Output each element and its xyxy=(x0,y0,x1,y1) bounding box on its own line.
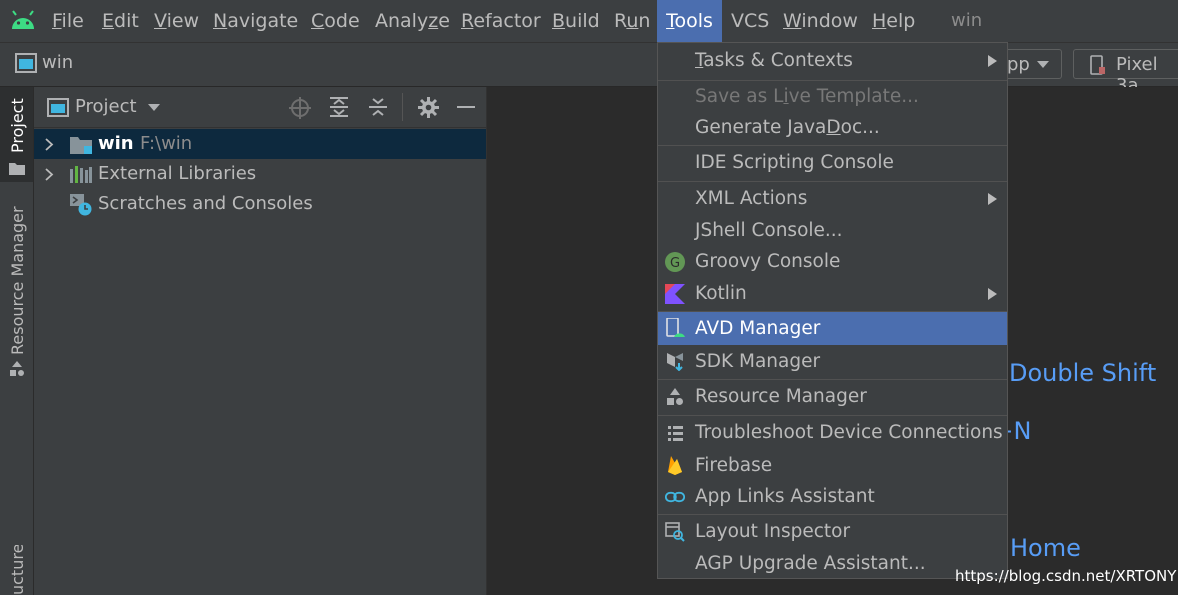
folder-icon xyxy=(9,163,25,175)
firebase-flame-icon xyxy=(668,456,682,475)
layout-inspector-icon xyxy=(665,522,685,542)
tree-item-external-libraries[interactable]: External Libraries xyxy=(34,159,486,189)
menu-item-tasks-contexts[interactable]: Tasks & Contexts xyxy=(658,44,1007,78)
chevron-down-icon xyxy=(1037,61,1049,68)
gear-icon[interactable] xyxy=(418,97,439,118)
chevron-down-icon[interactable] xyxy=(148,104,160,112)
resource-shapes-icon xyxy=(10,361,24,376)
tree-item-scratches[interactable]: Scratches and Consoles xyxy=(34,189,486,219)
menu-window[interactable]: Window xyxy=(783,0,858,42)
menu-code[interactable]: Code xyxy=(311,0,360,42)
resource-manager-tab-label: Resource Manager xyxy=(8,206,27,355)
android-logo-icon xyxy=(12,10,34,29)
run-config-label: pp xyxy=(1007,54,1030,75)
link-icon xyxy=(665,491,685,503)
expand-all-icon[interactable] xyxy=(329,96,349,118)
submenu-arrow-icon xyxy=(988,55,997,67)
submenu-arrow-icon xyxy=(988,288,997,300)
menu-build[interactable]: Build xyxy=(552,0,600,42)
project-tab-label: Project xyxy=(8,98,27,153)
module-icon xyxy=(15,53,37,73)
structure-tool-tab[interactable]: ucture xyxy=(0,545,33,595)
tools-dropdown-menu: Tasks & Contexts Save as Live Template..… xyxy=(657,42,1008,579)
tree-item-scratches-label: Scratches and Consoles xyxy=(98,193,313,214)
kotlin-icon xyxy=(665,284,685,304)
navbar-shortcut-partial: Home xyxy=(1010,534,1081,562)
menu-navigate[interactable]: Navigate xyxy=(213,0,298,42)
device-selector[interactable]: Pixel 3a xyxy=(1073,49,1178,96)
project-panel: Project win F:\win External Libraries Sc… xyxy=(34,87,487,595)
groovy-icon: G xyxy=(665,252,685,272)
menu-help[interactable]: Help xyxy=(872,0,915,42)
menu-item-resource-manager[interactable]: Resource Manager xyxy=(658,380,1007,414)
avd-manager-icon xyxy=(666,318,685,337)
breadcrumb-project[interactable]: win xyxy=(42,52,73,73)
locate-target-icon[interactable] xyxy=(289,97,311,119)
menu-item-kotlin[interactable]: Kotlin xyxy=(658,278,1007,309)
menu-item-troubleshoot-device-connections[interactable]: Troubleshoot Device Connections xyxy=(658,416,1007,450)
menu-view[interactable]: View xyxy=(154,0,199,42)
menu-item-app-links-assistant[interactable]: App Links Assistant xyxy=(658,481,1007,513)
tree-item-external-libraries-label: External Libraries xyxy=(98,163,257,184)
library-icon xyxy=(70,166,92,183)
watermark-text: https://blog.csdn.net/XRTONY xyxy=(955,567,1177,585)
menu-item-groovy-console[interactable]: G Groovy Console xyxy=(658,246,1007,278)
menu-item-jshell-console[interactable]: JShell Console... xyxy=(658,215,1007,246)
menu-refactor[interactable]: Refactor xyxy=(461,0,541,42)
resource-shapes-icon xyxy=(667,388,683,405)
tool-window-strip: Project Resource Manager ucture xyxy=(0,87,34,595)
search-everywhere-shortcut: Double Shift xyxy=(1009,359,1157,387)
menu-item-sdk-manager[interactable]: SDK Manager xyxy=(658,345,1007,378)
project-panel-header: Project xyxy=(34,87,486,128)
menu-item-generate-javadoc[interactable]: Generate JavaDoc... xyxy=(658,112,1007,144)
menu-item-firebase[interactable]: Firebase xyxy=(658,450,1007,481)
project-tool-tab[interactable]: Project xyxy=(0,87,33,182)
phone-icon xyxy=(1090,55,1105,75)
resource-manager-tool-tab[interactable]: Resource Manager xyxy=(0,206,33,384)
menu-file[interactable]: File xyxy=(52,0,84,42)
menu-item-save-live-template: Save as Live Template... xyxy=(695,86,919,107)
list-icon xyxy=(668,426,683,441)
structure-tab-label: ucture xyxy=(8,545,27,595)
menu-analyze[interactable]: Analyze xyxy=(375,0,450,42)
menu-run[interactable]: Run xyxy=(614,0,650,42)
minimize-icon[interactable] xyxy=(457,106,475,108)
menu-vcs[interactable]: VCS xyxy=(731,0,769,42)
project-view-icon xyxy=(47,98,69,117)
chevron-right-icon[interactable] xyxy=(45,138,54,151)
menu-tools[interactable]: Tools xyxy=(657,0,722,42)
menu-item-layout-inspector[interactable]: Layout Inspector xyxy=(658,515,1007,549)
menu-item-ide-scripting-console[interactable]: IDE Scripting Console xyxy=(658,146,1007,180)
tree-item-win[interactable]: win F:\win xyxy=(34,129,486,159)
menu-item-avd-manager[interactable]: AVD Manager xyxy=(658,312,1007,345)
project-view-selector[interactable]: Project xyxy=(75,96,137,117)
collapse-all-icon[interactable] xyxy=(368,96,388,118)
sdk-manager-icon xyxy=(667,353,683,371)
scratches-icon xyxy=(70,194,92,216)
menu-item-xml-actions[interactable]: XML Actions xyxy=(658,182,1007,215)
module-folder-icon xyxy=(70,137,92,154)
menu-bar: File Edit View Navigate Code Analyze Ref… xyxy=(0,0,1178,43)
window-title: win xyxy=(951,10,983,31)
menu-edit[interactable]: Edit xyxy=(102,0,139,42)
tree-item-win-name: win xyxy=(98,133,134,154)
svg-text:G: G xyxy=(670,256,680,271)
tree-item-win-path: F:\win xyxy=(140,133,193,154)
toolbar-divider xyxy=(402,93,403,121)
chevron-right-icon[interactable] xyxy=(45,168,54,181)
submenu-arrow-icon xyxy=(988,193,997,205)
